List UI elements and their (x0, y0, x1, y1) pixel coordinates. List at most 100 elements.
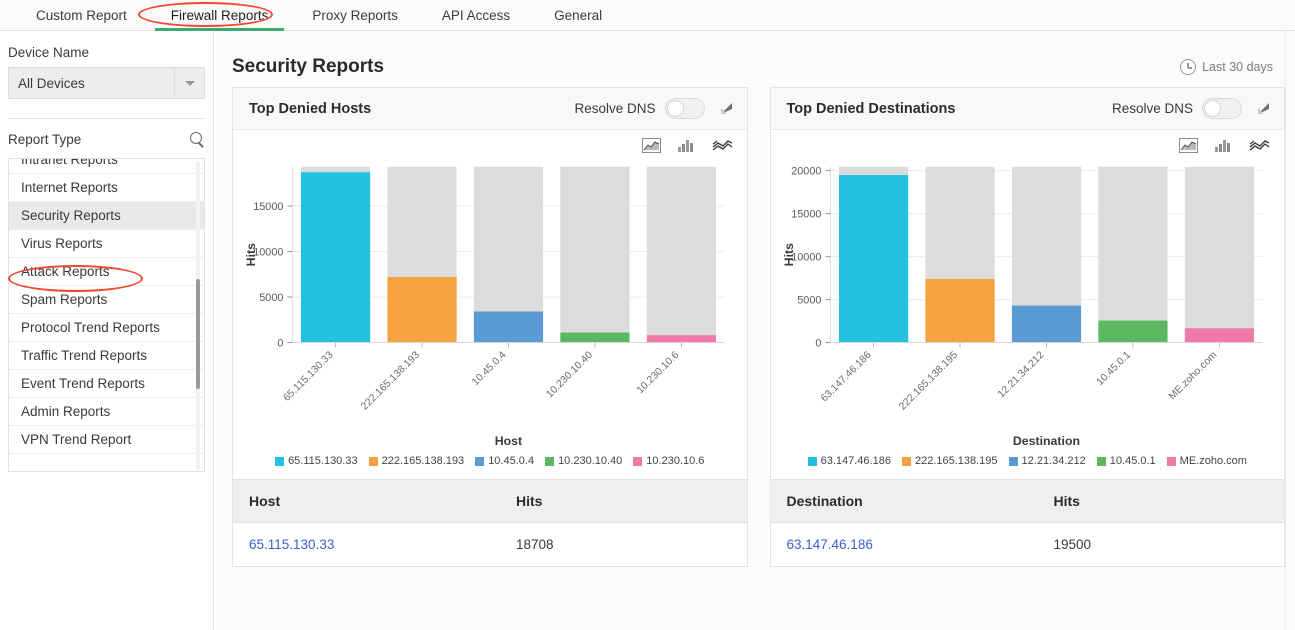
bar-chart-icon[interactable] (1214, 138, 1233, 153)
sidebar-item-label: Security Reports (21, 208, 121, 223)
date-range-label: Last 30 days (1202, 60, 1273, 74)
svg-text:Destination: Destination (1012, 434, 1079, 448)
sidebar-item-label: Event Trend Reports (21, 376, 145, 391)
sidebar-item-protocol-trend-reports[interactable]: Protocol Trend Reports (9, 314, 204, 342)
table-row: 65.115.130.3318708 (233, 523, 747, 567)
svg-text:Hits: Hits (244, 243, 258, 266)
area-chart-icon[interactable] (642, 138, 661, 153)
legend-label: 10.45.0.1 (1110, 455, 1156, 467)
svg-text:0: 0 (815, 337, 821, 349)
resolve-dns-toggle[interactable] (1202, 98, 1242, 119)
sidebar-item-label: Admin Reports (21, 404, 110, 419)
legend-swatch (369, 457, 378, 466)
sidebar-item-event-trend-reports[interactable]: Event Trend Reports (9, 370, 204, 398)
legend-swatch (633, 457, 642, 466)
report-type-header: Report Type (0, 119, 213, 158)
card-title: Top Denied Destinations (787, 101, 956, 117)
nav-tab-label: API Access (442, 8, 510, 23)
sidebar-item-attack-reports[interactable]: Attack Reports (9, 258, 204, 286)
legend-item[interactable]: 12.21.34.212 (1009, 455, 1086, 467)
legend-label: 10.230.10.6 (646, 455, 704, 467)
page-scrollbar[interactable] (1285, 31, 1295, 630)
sidebar-item-label: Spam Reports (21, 292, 107, 307)
area-chart-icon[interactable] (1179, 138, 1198, 153)
report-type-label: Report Type (8, 132, 190, 147)
sidebar-item-label: Intranet Reports (21, 158, 118, 167)
svg-text:ME.zoho.com: ME.zoho.com (1166, 350, 1219, 403)
legend-item[interactable]: 63.147.46.186 (808, 455, 891, 467)
nav-tab-firewall-reports[interactable]: Firewall Reports (149, 0, 291, 30)
report-list-scroll-thumb[interactable] (196, 279, 200, 389)
legend-swatch (275, 457, 284, 466)
svg-text:20000: 20000 (791, 166, 821, 178)
svg-text:Host: Host (495, 434, 522, 448)
legend-item[interactable]: 222.165.138.193 (369, 455, 465, 467)
sidebar-item-traffic-trend-reports[interactable]: Traffic Trend Reports (9, 342, 204, 370)
expand-icon[interactable] (1257, 102, 1270, 115)
table-header-cell: Destination (771, 480, 1038, 523)
nav-tab-label: General (554, 8, 602, 23)
legend-item[interactable]: 10.45.0.1 (1097, 455, 1156, 467)
nav-tab-general[interactable]: General (532, 0, 624, 30)
svg-text:222.165.138.195: 222.165.138.195 (897, 350, 960, 413)
nav-tab-label: Custom Report (36, 8, 127, 23)
sidebar-item-internet-reports[interactable]: Internet Reports (9, 174, 204, 202)
chart-type-toolbar (771, 130, 1285, 153)
svg-text:10.230.10.40: 10.230.10.40 (545, 350, 596, 401)
resolve-dns-toggle[interactable] (665, 98, 705, 119)
sidebar-item-virus-reports[interactable]: Virus Reports (9, 230, 204, 258)
table-row: 63.147.46.18619500 (771, 523, 1285, 567)
sidebar-item-intranet-reports[interactable]: Intranet Reports (9, 158, 204, 174)
search-icon[interactable] (190, 132, 205, 147)
legend-swatch (1009, 457, 1018, 466)
legend-label: 63.147.46.186 (821, 455, 891, 467)
sidebar-item-security-reports[interactable]: Security Reports (9, 202, 204, 230)
card-top-denied-destinations: Top Denied DestinationsResolve DNS050001… (770, 87, 1286, 567)
legend-swatch (902, 457, 911, 466)
table-header-cell: Host (233, 480, 500, 523)
table-top-denied-destinations: DestinationHits63.147.46.18619500 (771, 479, 1285, 566)
line-chart-icon[interactable] (1249, 138, 1270, 153)
legend-item[interactable]: 65.115.130.33 (275, 455, 358, 467)
table-cell-name[interactable]: 65.115.130.33 (233, 523, 500, 567)
svg-text:15000: 15000 (791, 209, 821, 221)
nav-tab-proxy-reports[interactable]: Proxy Reports (290, 0, 420, 30)
legend-label: 10.45.0.4 (488, 455, 534, 467)
report-cards-container: Top Denied HostsResolve DNS0500010000150… (214, 87, 1295, 567)
legend-item[interactable]: 222.165.138.195 (902, 455, 998, 467)
device-name-select[interactable]: All Devices (8, 67, 205, 99)
table-cell-name[interactable]: 63.147.46.186 (771, 523, 1038, 567)
svg-text:10.45.0.4: 10.45.0.4 (470, 350, 508, 388)
nav-tab-api-access[interactable]: API Access (420, 0, 532, 30)
report-list-scrollbar[interactable] (196, 161, 200, 471)
nav-tab-label: Proxy Reports (312, 8, 398, 23)
sidebar-item-admin-reports[interactable]: Admin Reports (9, 398, 204, 426)
legend-item[interactable]: 10.45.0.4 (475, 455, 534, 467)
svg-text:5000: 5000 (259, 292, 283, 304)
expand-icon[interactable] (720, 102, 733, 115)
legend-item[interactable]: ME.zoho.com (1167, 455, 1247, 467)
device-name-value: All Devices (9, 76, 174, 91)
legend-item[interactable]: 10.230.10.40 (545, 455, 622, 467)
legend-item[interactable]: 10.230.10.6 (633, 455, 704, 467)
chart-legend: 63.147.46.186 222.165.138.195 12.21.34.212… (771, 453, 1285, 479)
table-cell-hits: 19500 (1038, 523, 1284, 567)
legend-label: 222.165.138.193 (382, 455, 465, 467)
legend-label: 10.230.10.40 (558, 455, 622, 467)
legend-swatch (808, 457, 817, 466)
date-range-selector[interactable]: Last 30 days (1180, 59, 1273, 75)
chevron-down-icon[interactable] (174, 68, 204, 98)
card-title: Top Denied Hosts (249, 101, 371, 117)
report-type-list: Intranet Reports Internet Reports Security… (8, 158, 205, 472)
svg-text:0: 0 (277, 337, 283, 349)
top-navigation-bar: Custom Report Firewall Reports Proxy Rep… (0, 0, 1295, 31)
sidebar-item-label: Traffic Trend Reports (21, 348, 147, 363)
sidebar-item-vpn-trend-report[interactable]: VPN Trend Report (9, 426, 204, 454)
line-chart-icon[interactable] (712, 138, 733, 153)
nav-tab-custom-report[interactable]: Custom Report (14, 0, 149, 30)
sidebar-item-spam-reports[interactable]: Spam Reports (9, 286, 204, 314)
bar-chart-icon[interactable] (677, 138, 696, 153)
page-title: Security Reports (232, 56, 384, 78)
chart-top-denied-destinations: 05000100001500020000Hits63.147.46.186222… (771, 153, 1285, 453)
nav-tab-label: Firewall Reports (171, 8, 269, 23)
